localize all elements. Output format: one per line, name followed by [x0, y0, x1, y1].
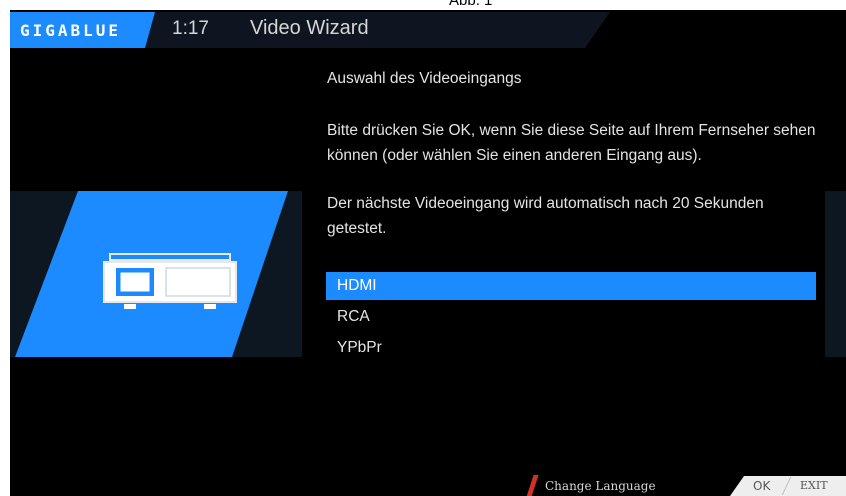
footer-bar: Change Language OK EXIT	[10, 475, 846, 496]
exit-button[interactable]: EXIT	[800, 479, 828, 492]
video-input-list: HDMI RCA YPbPr	[326, 272, 816, 365]
ok-button[interactable]: OK	[753, 479, 770, 493]
separator	[781, 477, 792, 495]
option-ypbpr[interactable]: YPbPr	[326, 334, 816, 362]
brand-logo: GIGABLUE	[10, 12, 155, 48]
red-key-icon	[526, 475, 539, 496]
change-language-button[interactable]: Change Language	[526, 475, 730, 496]
caption-text: Abb. 1	[449, 0, 493, 9]
page-title: Video Wizard	[250, 17, 369, 39]
instruction-text: Bitte drücken Sie OK, wenn Sie diese Sei…	[327, 122, 816, 164]
clock: 1:17	[172, 18, 209, 39]
figure-caption: Abb. 1	[0, 0, 846, 10]
key-hints: OK EXIT	[730, 476, 846, 496]
auto-test-text: Der nächste Videoeingang wird automatisc…	[327, 195, 764, 237]
section-heading: Auswahl des Videoeingangs	[327, 70, 522, 87]
option-rca[interactable]: RCA	[326, 303, 816, 331]
option-hdmi[interactable]: HDMI	[326, 272, 816, 300]
decor-band-right	[825, 191, 846, 357]
set-top-box-icon	[103, 253, 237, 309]
change-language-label: Change Language	[545, 479, 656, 493]
logo-text: GIGABLUE	[20, 20, 122, 40]
tv-screen: GIGABLUE 1:17 Video Wizard Auswahl des V…	[10, 10, 846, 496]
